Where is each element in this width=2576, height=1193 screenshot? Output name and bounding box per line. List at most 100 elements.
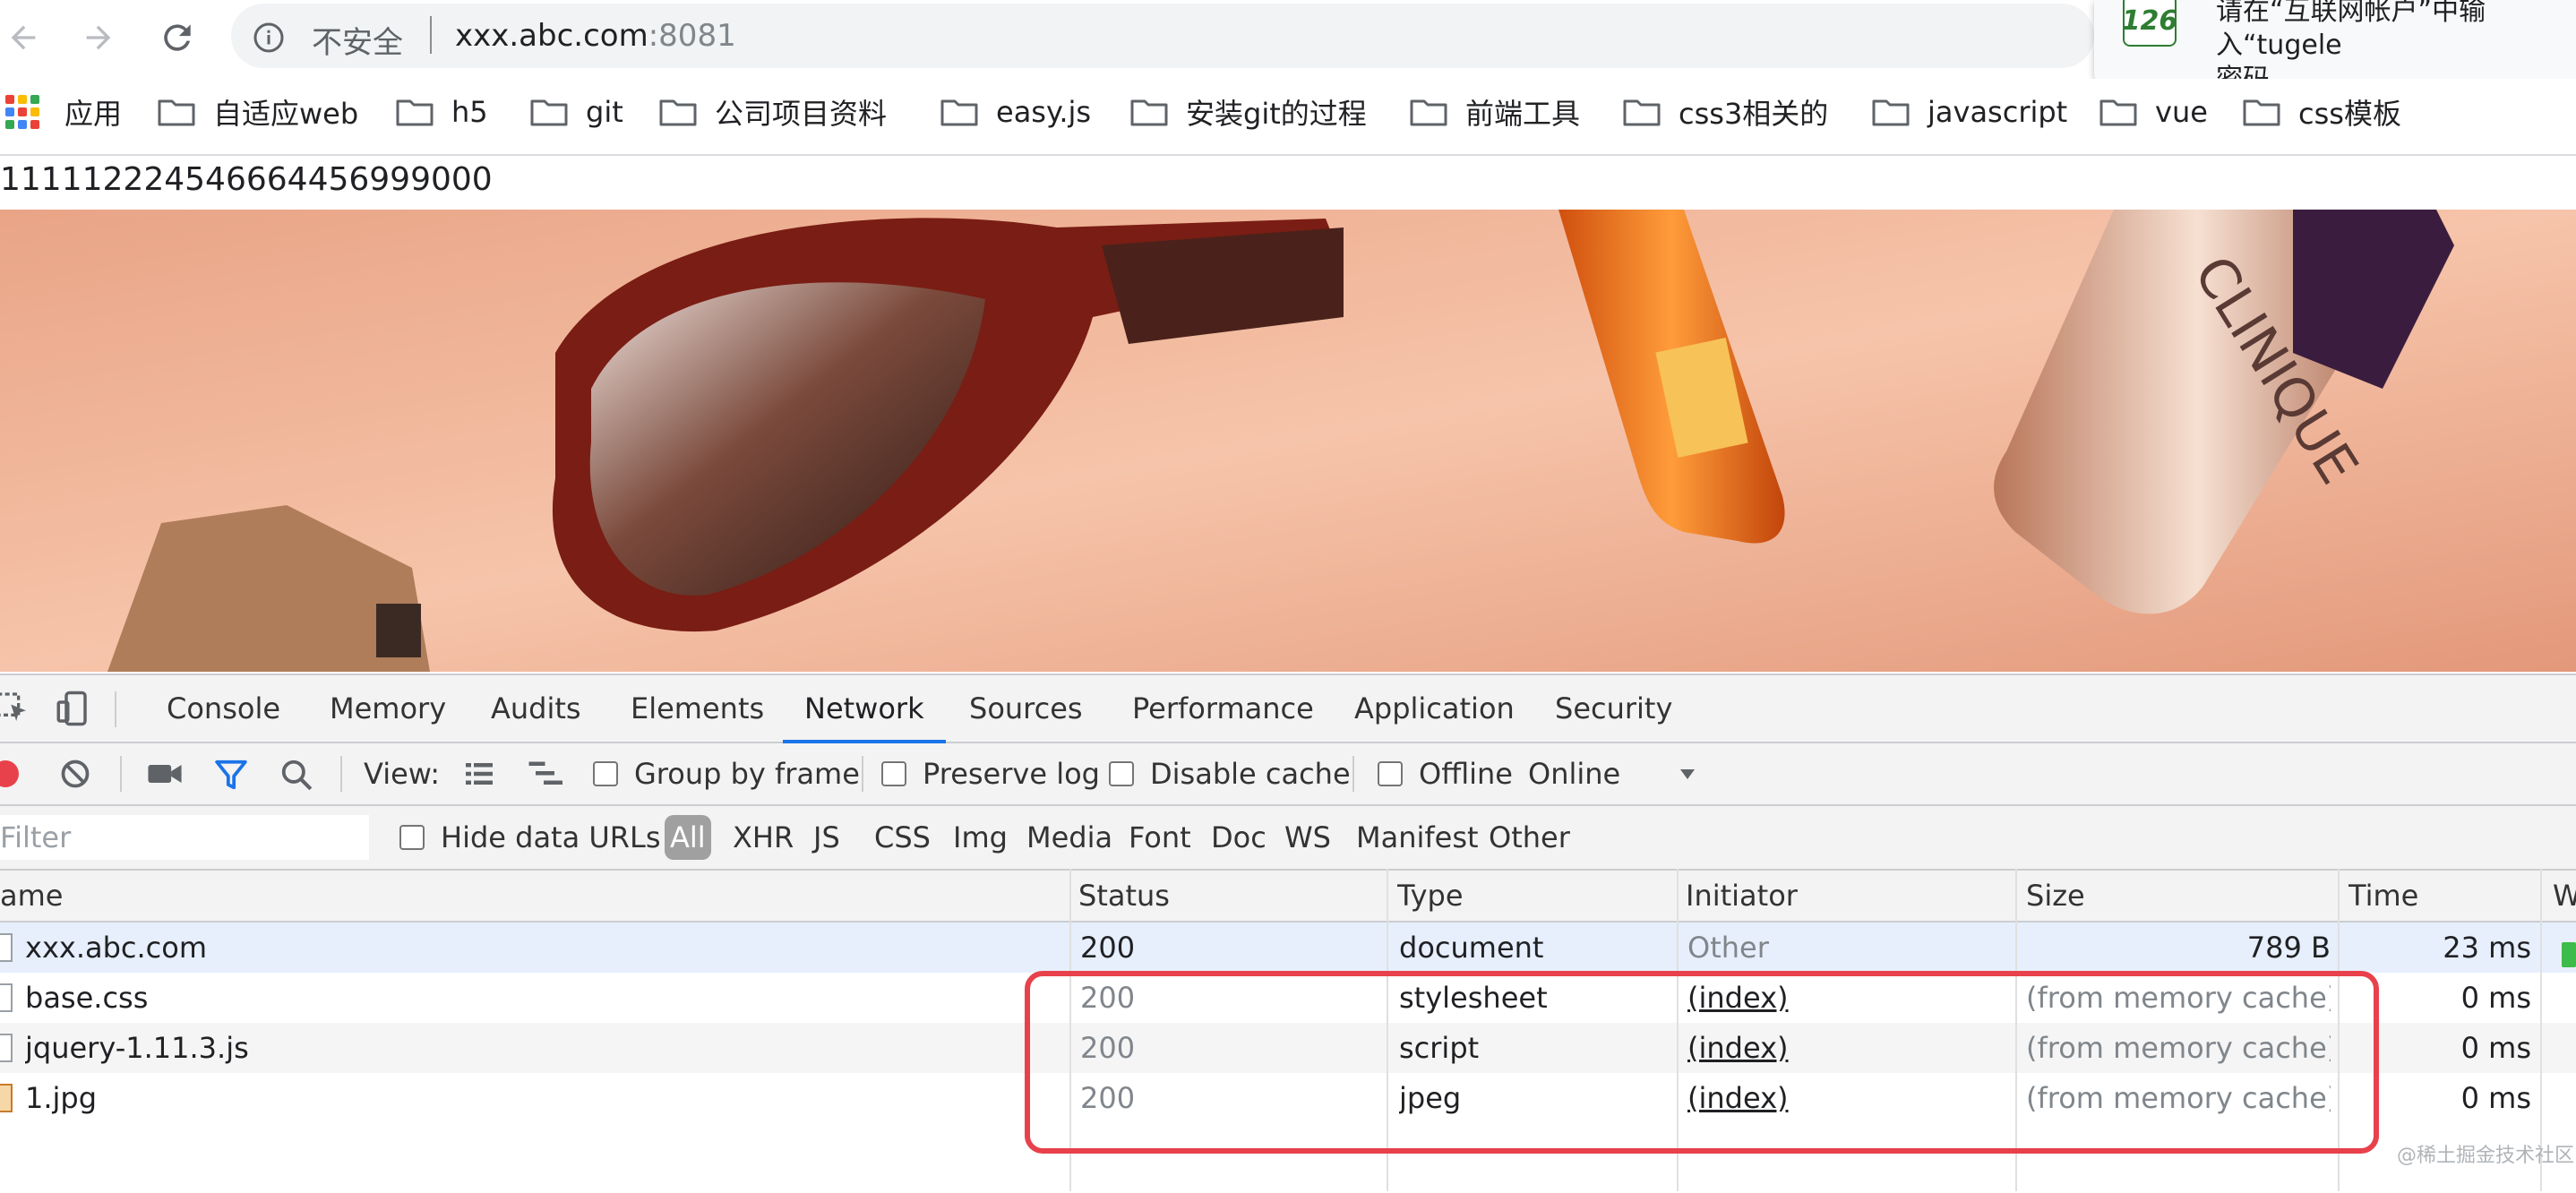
bookmark-folder[interactable]: 公司项目资料 [659, 90, 887, 134]
bookmark-folder[interactable]: git [530, 90, 623, 134]
bookmark-folder[interactable]: vue [2099, 90, 2208, 134]
bookmark-folder[interactable]: javascript [1872, 90, 2067, 134]
record-button[interactable] [0, 758, 21, 790]
folder-icon [1623, 98, 1661, 126]
filter-type-ws[interactable]: WS [1284, 815, 1331, 860]
tab-memory[interactable]: Memory [326, 675, 450, 742]
column-header-size[interactable]: Size [2026, 871, 2085, 921]
info-icon[interactable] [253, 21, 285, 54]
request-name: xxx.abc.com [25, 931, 208, 965]
bookmarks-bar: 应用 自适应web h5 git 公司项目资料 easy.js 安装git的过程 前端工具 c… [0, 79, 2576, 156]
offline-checkbox[interactable]: Offline [1378, 752, 1513, 795]
tab-network[interactable]: Network [783, 675, 946, 743]
filter-type-css[interactable]: CSS [874, 815, 931, 860]
group-by-frame-checkbox[interactable]: Group by frame [593, 752, 860, 795]
browser-toolbar: 不安全 xxx.abc.com:8081 126 请在“互联网帐户”中输入“tu… [0, 0, 2576, 95]
disable-cache-checkbox[interactable]: Disable cache [1109, 752, 1351, 795]
arrow-left-icon [11, 25, 36, 50]
bookmark-label: css模板 [2298, 97, 2401, 131]
column-header-initiator[interactable]: Initiator [1686, 871, 1798, 921]
tab-elements[interactable]: Elements [627, 675, 768, 742]
filter-type-font[interactable]: Font [1129, 815, 1191, 860]
url-text[interactable]: xxx.abc.com:8081 [455, 18, 736, 54]
bookmark-label: 公司项目资料 [715, 97, 888, 131]
bookmark-folder[interactable]: easy.js [940, 90, 1091, 134]
screenshot-button[interactable] [147, 758, 183, 790]
checkbox-box[interactable] [1378, 761, 1403, 786]
notification-popup[interactable]: 126 请在“互联网帐户”中输入“tugele 密码。 [2094, 0, 2576, 95]
reload-icon [164, 24, 191, 51]
checkbox-box[interactable] [399, 825, 425, 850]
filter-type-js[interactable]: JS [813, 815, 840, 860]
folder-icon [659, 98, 697, 126]
tab-console[interactable]: Console [163, 675, 284, 742]
folder-icon [530, 98, 568, 126]
tab-performance[interactable]: Performance [1129, 675, 1318, 742]
checkbox-box[interactable] [1109, 761, 1134, 786]
checkbox-box[interactable] [881, 761, 906, 786]
bookmark-label: css3相关的 [1679, 97, 1829, 131]
list-view-icon [466, 763, 493, 785]
tab-sources[interactable]: Sources [966, 675, 1086, 742]
filter-type-manifest[interactable]: Manifest [1356, 815, 1479, 860]
bookmark-folder[interactable]: 自适应web [158, 90, 358, 134]
column-header-time[interactable]: Time [2348, 871, 2418, 921]
security-label: 不安全 [312, 25, 403, 61]
folder-icon [1410, 98, 1447, 126]
checkbox-box[interactable] [593, 761, 618, 786]
filter-type-doc[interactable]: Doc [1211, 815, 1267, 860]
page-text: 111112224546664456999000 [0, 161, 493, 198]
banner-image: CLINIQUE [0, 210, 2576, 672]
hide-data-urls-checkbox[interactable]: Hide data URLs [399, 815, 661, 860]
overview-button[interactable] [527, 758, 566, 790]
bookmark-folder[interactable]: css3相关的 [1623, 90, 1828, 134]
filter-type-img[interactable]: Img [953, 815, 1008, 860]
bookmark-folder[interactable]: h5 [396, 90, 488, 134]
filter-type-other[interactable]: Other [1489, 815, 1570, 860]
column-header-w[interactable]: W [2553, 871, 2576, 921]
tab-audits[interactable]: Audits [487, 675, 585, 742]
filter-type-all[interactable]: All [665, 815, 711, 860]
bookmark-folder[interactable]: 前端工具 [1410, 90, 1580, 134]
request-status: 200 [1080, 931, 1136, 965]
cosmetics-photo: CLINIQUE [0, 210, 2576, 672]
video-camera-icon [148, 765, 182, 783]
back-button[interactable] [0, 11, 50, 64]
address-bar[interactable]: 不安全 xxx.abc.com:8081 [231, 4, 2094, 68]
large-rows-button[interactable] [462, 758, 496, 790]
table-row[interactable]: xxx.abc.com 200 document Other 789 B 23 ms [0, 923, 2576, 973]
tab-security[interactable]: Security [1551, 675, 1676, 742]
column-header-ame[interactable]: ame [0, 871, 63, 921]
forward-button[interactable] [72, 11, 125, 64]
device-mode-icon [56, 691, 87, 726]
offline-label: Offline [1419, 757, 1513, 791]
clear-icon [61, 760, 90, 788]
filter-input[interactable] [0, 815, 369, 860]
search-button[interactable] [279, 758, 313, 792]
search-icon [281, 760, 313, 791]
clear-button[interactable] [59, 758, 91, 790]
chevron-down-icon [1680, 769, 1695, 779]
bookmark-folder[interactable]: 安装git的过程 [1130, 90, 1367, 134]
bookmark-folder[interactable]: css模板 [2243, 90, 2401, 134]
apps-grid-icon [5, 95, 39, 129]
bookmark-label: javascript [1928, 95, 2068, 129]
filter-type-media[interactable]: Media [1026, 815, 1112, 860]
folder-icon [940, 98, 978, 126]
preserve-log-checkbox[interactable]: Preserve log [881, 752, 1100, 795]
reload-button[interactable] [150, 11, 204, 64]
bookmark-label: 自适应web [213, 97, 359, 131]
apps-dot [5, 120, 14, 129]
waterfall-icon [528, 761, 562, 785]
inspect-element-button[interactable] [0, 690, 30, 725]
device-toolbar-button[interactable] [54, 690, 91, 727]
bookmark-label: 前端工具 [1465, 97, 1581, 131]
column-header-status[interactable]: Status [1078, 871, 1170, 921]
bookmark-apps[interactable]: 应用 [5, 90, 122, 134]
column-header-type[interactable]: Type [1397, 871, 1464, 921]
tab-application[interactable]: Application [1351, 675, 1518, 742]
filter-toggle-button[interactable] [213, 758, 249, 792]
folder-icon [158, 98, 195, 126]
filter-type-xhr[interactable]: XHR [733, 815, 794, 860]
throttling-select[interactable]: Online [1528, 752, 1698, 795]
